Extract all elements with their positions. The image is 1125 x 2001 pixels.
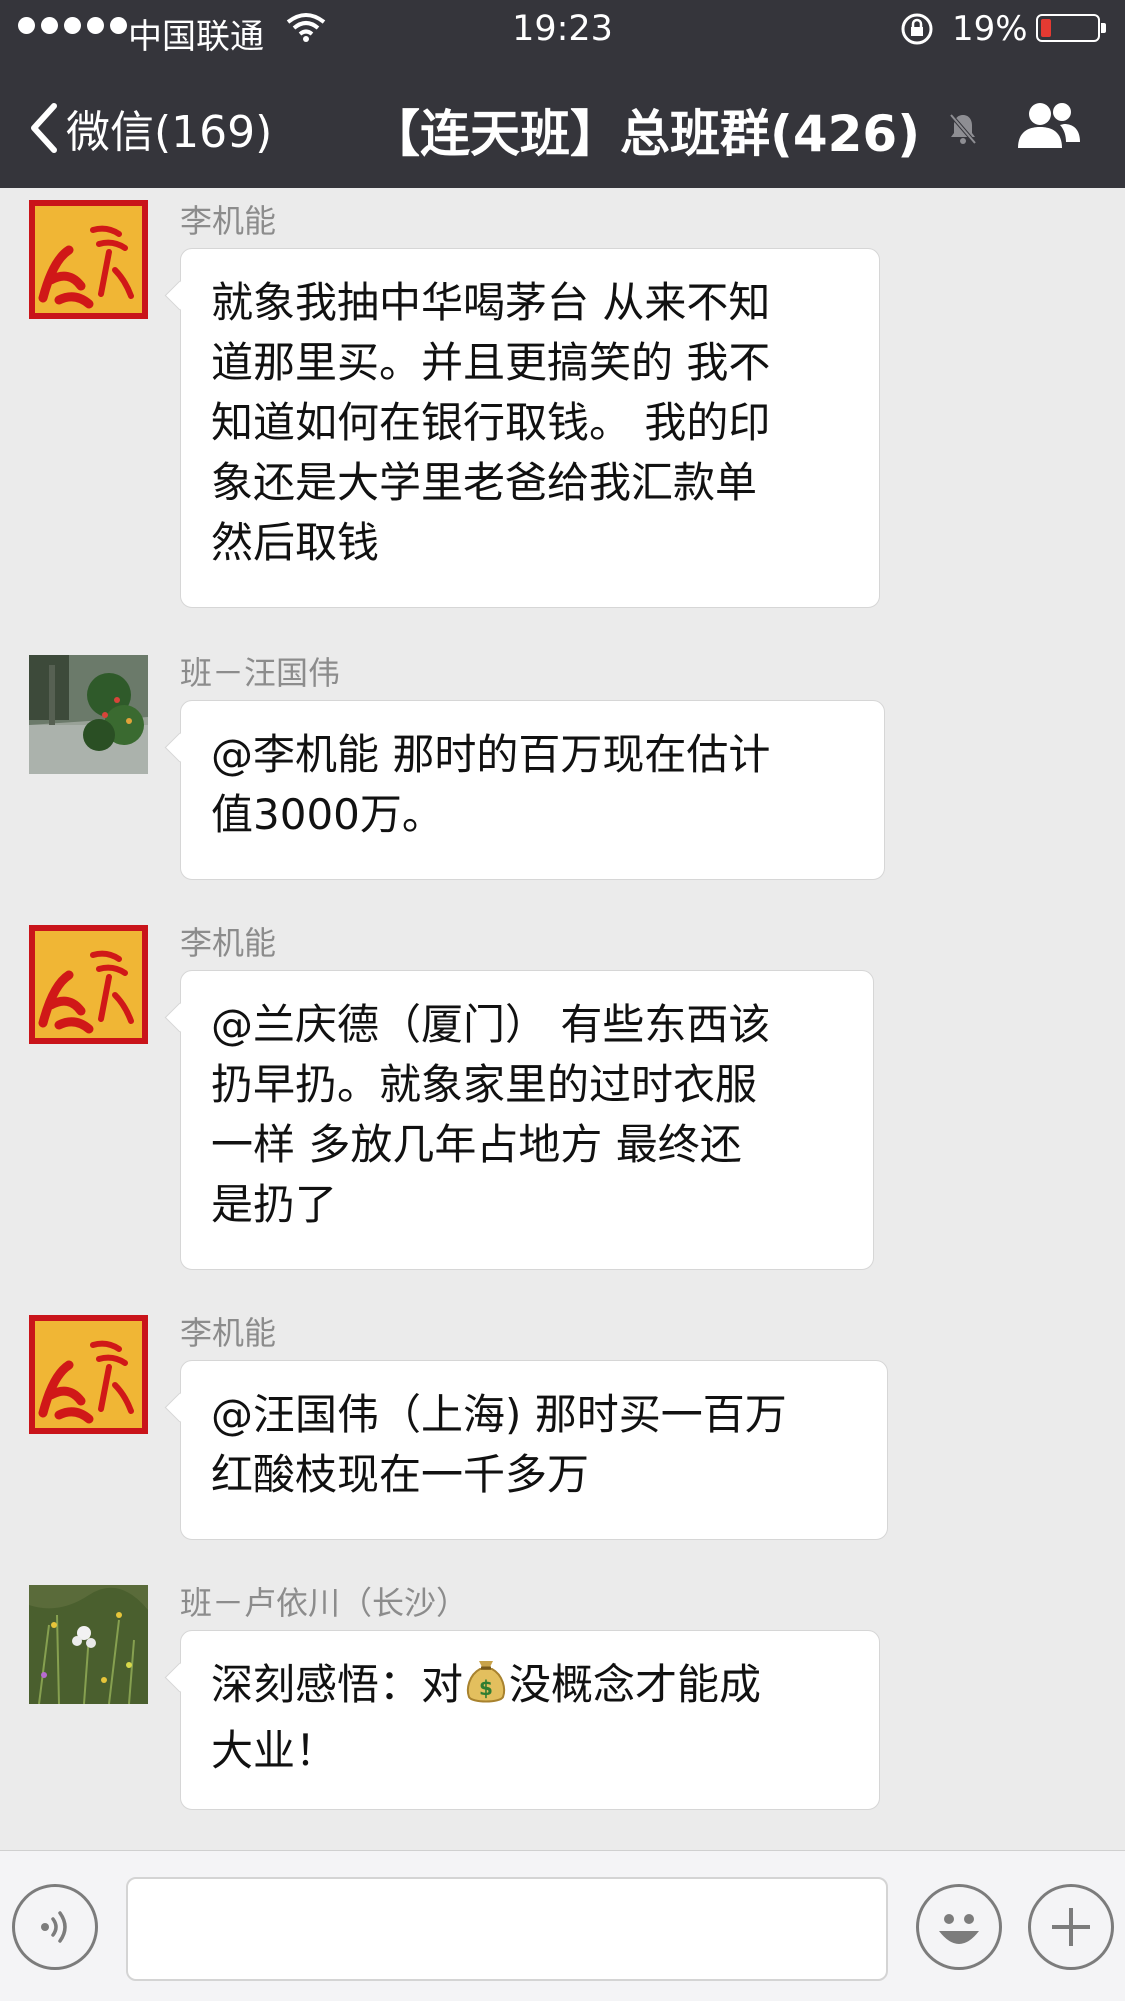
plus-button[interactable] [1028,1884,1114,1970]
message-bubble[interactable]: @兰庆德（厦门） 有些东西该 扔早扔。就象家里的过时衣服 一样 多放几年占地方 … [180,970,874,1270]
message-bubble[interactable]: @汪国伟（上海) 那时买一百万 红酸枝现在一千多万 [180,1360,888,1540]
chat-area[interactable]: 李机能 就象我抽中华喝茅台 从来不知 道那里买。并且更搞笑的 我不 知道如何在银… [0,188,1125,1850]
back-label: 微信(169) [66,107,273,158]
nav-bar: 微信(169) 【连天班】总班群(426) [0,58,1125,188]
battery-percent: 19% [952,9,1028,49]
sender-name: 李机能 [180,1314,277,1352]
rainy-garden-avatar[interactable] [29,655,148,774]
emoji-button[interactable] [916,1884,1002,1970]
red-calligraphy-avatar[interactable] [29,200,148,319]
battery-icon [1036,14,1106,42]
sender-name: 班－汪国伟 [180,654,341,692]
message-bubble[interactable]: @李机能 那时的百万现在估计 值3000万。 [180,700,885,880]
emoji-icon [939,1914,979,1944]
sender-name: 班－卢依川（长沙） [180,1584,469,1622]
message-line: 是扔了 [211,1180,338,1229]
status-bar: 中国联通 19:23 19% [0,0,1125,58]
message-line: 红酸枝现在一千多万 [211,1450,590,1499]
red-calligraphy-avatar[interactable] [29,1315,148,1434]
message-line: 大业！ [211,1726,338,1775]
chat-title: 【连天班】总班群(426) [370,105,921,163]
message-line: 知道如何在银行取钱。 我的印 [211,398,771,447]
sender-name: 李机能 [180,924,277,962]
message-line: 道那里买。并且更搞笑的 我不 [211,338,771,387]
wildflower-meadow-avatar[interactable] [29,1585,148,1704]
plus-icon [1052,1908,1090,1946]
message-line: 扔早扔。就象家里的过时衣服 [211,1060,758,1109]
voice-button[interactable] [12,1884,98,1970]
message-line: 深刻感悟：对 $ 没概念才能成 [211,1655,853,1721]
message-line: 象还是大学里老爸给我汇款单 [211,458,758,507]
message-line: @李机能 那时的百万现在估计 [211,730,771,779]
red-calligraphy-avatar[interactable] [29,925,148,1044]
message-line: 值3000万。 [211,790,444,839]
header: 中国联通 19:23 19% 微信(169) 【连天班】总班群(426) [0,0,1125,188]
money-bag-icon: $ [465,1655,507,1721]
rotation-lock-icon [900,12,934,55]
back-button[interactable]: 微信(169) [28,96,272,160]
back-chevron-icon [31,103,57,153]
message-text: 没概念才能成 [509,1660,762,1709]
mute-icon [948,112,978,150]
message-input[interactable] [126,1877,888,1981]
message-line: @兰庆德（厦门） 有些东西该 [211,1000,771,1049]
svg-text:$: $ [479,1676,493,1700]
voice-icon [41,1911,67,1943]
message-line: 然后取钱 [211,518,380,567]
input-bar [0,1850,1125,2001]
message-bubble[interactable]: 深刻感悟：对 $ 没概念才能成 大业！ [180,1630,880,1810]
message-line: @汪国伟（上海) 那时买一百万 [211,1390,787,1439]
message-line: 就象我抽中华喝茅台 从来不知 [211,278,771,327]
sender-name: 李机能 [180,202,277,240]
group-members-icon[interactable] [1014,100,1084,154]
message-text: 深刻感悟：对 [211,1660,464,1709]
message-bubble[interactable]: 就象我抽中华喝茅台 从来不知 道那里买。并且更搞笑的 我不 知道如何在银行取钱。… [180,248,880,608]
message-line: 一样 多放几年占地方 最终还 [211,1120,742,1169]
